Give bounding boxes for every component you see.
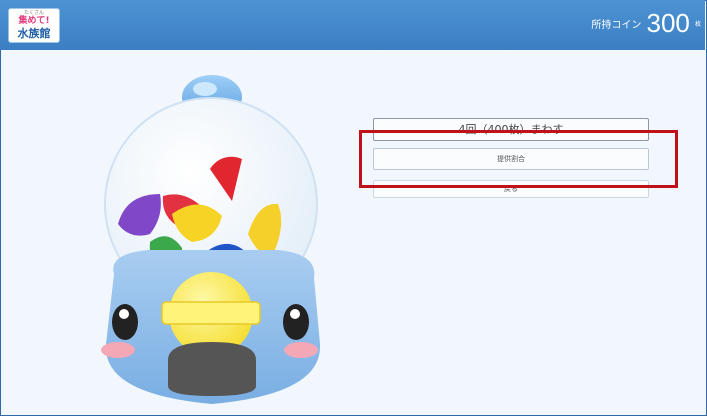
coin-balance-label: 所持コイン [591,20,642,31]
logo-title: 水族館 [17,27,51,40]
right-cheek [284,342,318,358]
app-header: たくさん 集めて! 水族館 所持コイン 300 枚 [0,0,705,50]
knob-handle [161,301,261,325]
coin-balance-value: 300 [646,8,690,38]
spin-button[interactable]: 4回（400枚）まわす [373,118,649,141]
cap-shine [193,82,217,96]
logo-tagline: 集めて! [18,16,50,26]
app-logo[interactable]: たくさん 集めて! 水族館 [8,8,60,43]
gacha-machine-icon[interactable] [88,74,338,414]
coin-balance: 所持コイン 300 枚 [591,8,701,39]
coin-balance-unit: 枚 [694,21,701,28]
left-cheek [101,342,135,358]
back-button[interactable]: 戻る [373,180,649,198]
capsule-outlet [168,342,256,396]
drop-rates-button[interactable]: 提供割合 [373,148,649,170]
